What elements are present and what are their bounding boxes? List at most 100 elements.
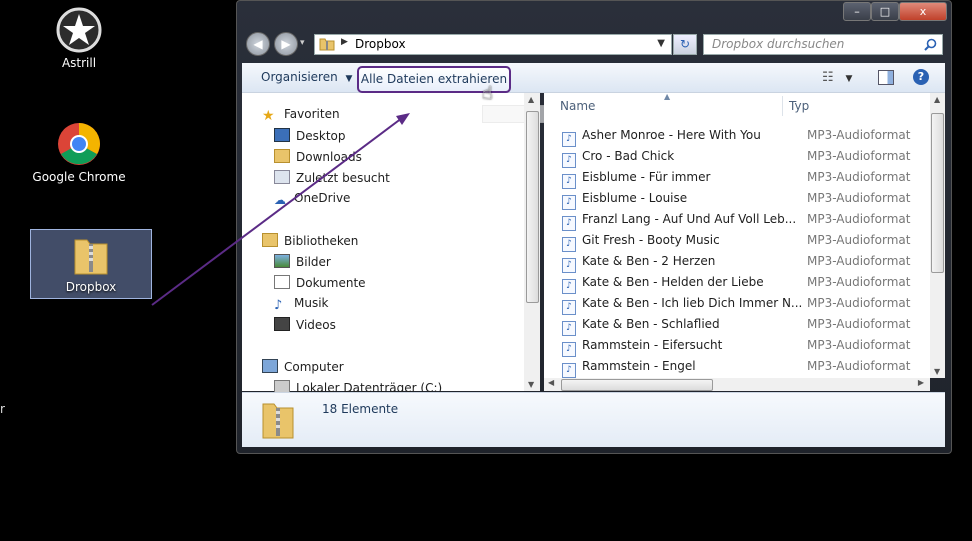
file-name: Kate & Ben - Ich lieb Dich Immer N... [582, 296, 803, 310]
file-name: Kate & Ben - Schlaflied [582, 317, 720, 331]
search-input[interactable]: Dropbox durchsuchen [703, 34, 943, 55]
nav-downloads[interactable]: Downloads [274, 149, 362, 164]
file-name: Cro - Bad Chick [582, 149, 675, 163]
file-type: MP3-Audioformat [807, 296, 911, 310]
item-count: 18 Elemente [322, 402, 399, 416]
file-type: MP3-Audioformat [807, 275, 911, 289]
desktop-icon-label: Dropbox [65, 280, 117, 294]
scroll-thumb[interactable] [561, 379, 713, 391]
folder-icon [319, 38, 335, 51]
nav-label: OneDrive [294, 191, 351, 205]
file-row[interactable]: ♪ Franzl Lang - Auf Und Auf Voll Leb... MP… [562, 212, 910, 231]
nav-desktop[interactable]: Desktop [274, 128, 346, 143]
mp3-file-icon: ♪ [562, 321, 576, 336]
sort-ascending-icon: ▲ [664, 92, 671, 101]
breadcrumb-arrow-icon[interactable]: ▶ [341, 37, 348, 47]
navigation-pane: ★ Favoriten Desktop Downloads Zuletzt bes… [242, 93, 624, 395]
close-button[interactable]: x [899, 2, 947, 21]
file-type: MP3-Audioformat [807, 233, 911, 247]
mp3-file-icon: ♪ [562, 342, 576, 357]
file-name: Kate & Ben - 2 Herzen [582, 254, 716, 268]
recent-pages-dropdown[interactable]: ▾ [300, 38, 305, 48]
help-icon[interactable]: ? [913, 69, 929, 85]
scroll-right-icon[interactable]: ▶ [918, 378, 924, 387]
astrill-icon [56, 7, 102, 53]
column-divider[interactable] [782, 96, 783, 116]
file-row[interactable]: ♪ Eisblume - Für immer MP3-Audioformat [562, 170, 910, 189]
list-horizontal-scrollbar[interactable]: ◀ ▶ [544, 378, 930, 391]
list-vertical-scrollbar[interactable]: ▲ ▼ [930, 93, 945, 378]
minimize-button[interactable]: – [843, 2, 871, 21]
preview-pane-button[interactable] [878, 70, 894, 85]
nav-label: Dokumente [296, 276, 366, 290]
file-row[interactable]: ♪ Git Fresh - Booty Music MP3-Audioformat [562, 233, 910, 252]
details-view-icon: ☷ [822, 70, 834, 85]
scroll-left-icon[interactable]: ◀ [548, 378, 554, 387]
forward-button[interactable]: ▶ [274, 32, 298, 56]
file-row[interactable]: ♪ Rammstein - Eifersucht MP3-Audioformat [562, 338, 910, 357]
desktop-icon-dropbox[interactable]: Dropbox [30, 229, 152, 299]
mp3-file-icon: ♪ [562, 153, 576, 168]
desktop-icon-astrill[interactable]: Astrill [24, 6, 134, 70]
nav-videos[interactable]: Videos [274, 317, 336, 332]
file-row[interactable]: ♪ Asher Monroe - Here With You MP3-Audiofo… [562, 128, 910, 147]
organize-menu[interactable]: Organisieren ▼ [261, 63, 352, 92]
scroll-down-icon[interactable]: ▼ [934, 367, 940, 376]
scroll-thumb[interactable] [931, 113, 944, 273]
search-placeholder: Dropbox durchsuchen [712, 37, 845, 51]
nav-libraries[interactable]: Bibliotheken [262, 233, 358, 248]
star-icon: ★ [262, 108, 275, 124]
refresh-button[interactable]: ↻ [673, 34, 697, 55]
zip-folder-icon [262, 403, 294, 439]
file-row[interactable]: ♪ Eisblume - Louise MP3-Audioformat [562, 191, 910, 210]
nav-music[interactable]: ♪ Musik [274, 296, 329, 313]
file-row[interactable]: ♪ Kate & Ben - Helden der Liebe MP3-Audiof… [562, 275, 910, 294]
nav-pictures[interactable]: Bilder [274, 254, 331, 269]
maximize-button[interactable]: □ [871, 2, 899, 21]
file-name: Eisblume - Louise [582, 191, 688, 205]
file-row[interactable]: ♪ Cro - Bad Chick MP3-Audioformat [562, 149, 910, 168]
desktop-icon-label: Google Chrome [32, 170, 126, 184]
file-type: MP3-Audioformat [807, 170, 911, 184]
nav-computer[interactable]: Computer [262, 359, 344, 374]
desktop-icon-chrome[interactable]: Google Chrome [24, 120, 134, 184]
status-bar: 18 Elemente [242, 392, 945, 447]
computer-icon [262, 359, 278, 373]
mp3-file-icon: ♪ [562, 216, 576, 231]
videos-icon [274, 317, 290, 331]
nav-label: Bibliotheken [284, 234, 359, 248]
library-icon [262, 233, 278, 247]
address-dropdown-icon[interactable]: ▼ [657, 38, 665, 49]
address-bar[interactable]: ▶ Dropbox ▼ [314, 34, 672, 55]
cloud-icon: ☁ [274, 193, 286, 207]
file-row[interactable]: ♪ Kate & Ben - Schlaflied MP3-Audioformat [562, 317, 910, 336]
scroll-down-icon[interactable]: ▼ [528, 380, 534, 389]
file-row[interactable]: ♪ Kate & Ben - 2 Herzen MP3-Audioformat [562, 254, 910, 273]
file-row[interactable]: ♪ Rammstein - Engel MP3-Audioformat [562, 359, 910, 378]
back-button[interactable]: ◀ [246, 32, 270, 56]
file-row[interactable]: ♪ Kate & Ben - Ich lieb Dich Immer N... MP… [562, 296, 910, 315]
column-header-name[interactable]: Name [560, 99, 595, 113]
nav-documents[interactable]: Dokumente [274, 275, 366, 290]
downloads-folder-icon [274, 149, 290, 163]
scroll-up-icon[interactable]: ▲ [934, 95, 940, 104]
mp3-file-icon: ♪ [562, 258, 576, 273]
file-name: Rammstein - Engel [582, 359, 696, 373]
organize-label: Organisieren [261, 70, 338, 84]
column-header-type[interactable]: Typ [789, 99, 809, 113]
file-name: Asher Monroe - Here With You [582, 128, 761, 142]
scroll-thumb[interactable] [526, 111, 539, 303]
nav-label: Zuletzt besucht [296, 171, 390, 185]
nav-favorites[interactable]: ★ Favoriten [262, 107, 340, 124]
nav-scrollbar[interactable]: ▲ ▼ [524, 93, 540, 391]
view-options-button[interactable]: ☷ ▼ [822, 63, 852, 92]
mp3-file-icon: ♪ [562, 363, 576, 378]
nav-label: Musik [294, 296, 329, 310]
mp3-file-icon: ♪ [562, 279, 576, 294]
breadcrumb[interactable]: Dropbox [355, 37, 406, 51]
nav-onedrive[interactable]: ☁ OneDrive [274, 191, 351, 207]
search-icon[interactable] [924, 38, 937, 51]
nav-recent[interactable]: Zuletzt besucht [274, 170, 390, 185]
nav-label: Desktop [296, 129, 346, 143]
scroll-up-icon[interactable]: ▲ [528, 95, 534, 104]
